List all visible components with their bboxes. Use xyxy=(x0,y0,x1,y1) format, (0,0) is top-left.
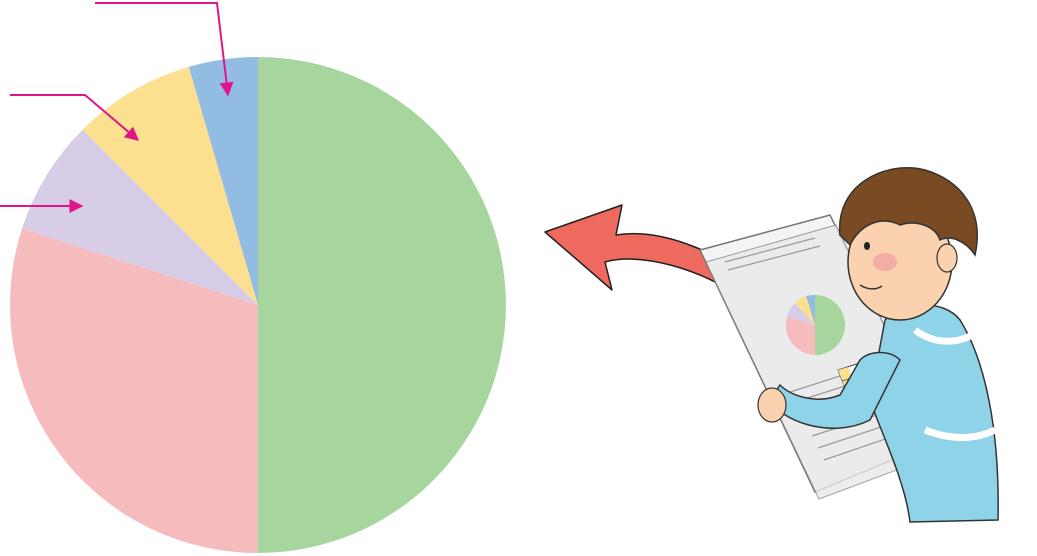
boy-hand xyxy=(757,387,787,423)
mini-pie-icon xyxy=(785,294,845,355)
boy-reading-newspaper-illustration xyxy=(544,167,999,523)
boy-head xyxy=(839,167,978,321)
